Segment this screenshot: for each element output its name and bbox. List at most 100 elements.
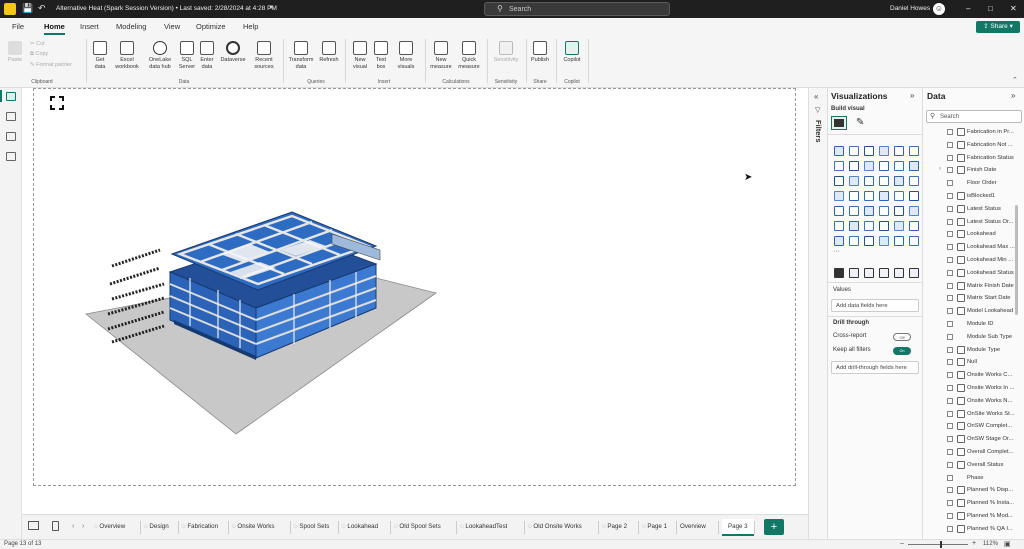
- menu-tab-insert[interactable]: Insert: [80, 22, 99, 31]
- qa-visual-icon[interactable]: [879, 221, 889, 231]
- line-stacked-column-icon[interactable]: [909, 161, 919, 171]
- expand-visualizations-icon[interactable]: »: [910, 91, 914, 100]
- field-item[interactable]: isBlocked1: [923, 190, 1023, 202]
- field-checkbox[interactable]: [947, 461, 953, 468]
- field-checkbox[interactable]: [947, 321, 953, 327]
- field-checkbox[interactable]: [947, 218, 953, 225]
- paste-button[interactable]: Paste: [4, 41, 26, 64]
- field-item[interactable]: Planned % Mod...: [923, 510, 1023, 522]
- format-painter-button[interactable]: ✎ Format painter: [30, 62, 72, 68]
- maximize-icon[interactable]: □: [988, 4, 993, 13]
- report-view-icon[interactable]: [6, 92, 16, 101]
- field-item[interactable]: Overall Status: [923, 459, 1023, 471]
- power-automate-icon[interactable]: [864, 236, 874, 246]
- new-measure-button[interactable]: New measure: [428, 41, 454, 70]
- field-item[interactable]: Floor Order: [923, 177, 1023, 189]
- custom-visual-1-icon[interactable]: [834, 268, 844, 278]
- drill-through-drop-zone[interactable]: Add drill-through fields here: [831, 361, 919, 374]
- fit-to-page-icon[interactable]: ▣: [1004, 540, 1011, 548]
- dax-query-view-icon[interactable]: [6, 152, 16, 161]
- field-checkbox[interactable]: [947, 269, 953, 276]
- page-tab[interactable]: ◌ Design: [144, 523, 169, 530]
- page-tab[interactable]: ◌ Spool Sets: [294, 523, 329, 530]
- field-checkbox[interactable]: [947, 385, 953, 391]
- custom-visual-4-icon[interactable]: [879, 268, 889, 278]
- clustered-column-chart-icon[interactable]: [879, 146, 889, 156]
- menu-tab-home[interactable]: Home: [44, 22, 65, 35]
- kpi-icon[interactable]: [864, 206, 874, 216]
- quick-measure-button[interactable]: Quick measure: [456, 41, 482, 70]
- field-item[interactable]: Planned % Insta...: [923, 497, 1023, 509]
- cut-button[interactable]: ✂ Cut: [30, 41, 45, 47]
- 100-bar-chart-icon[interactable]: [894, 146, 904, 156]
- field-checkbox[interactable]: [947, 333, 953, 340]
- table-visual-icon[interactable]: [894, 206, 904, 216]
- page-tab[interactable]: ◌ Onsite Works: [232, 523, 274, 530]
- cross-report-toggle[interactable]: Off: [893, 333, 911, 341]
- menu-tab-help[interactable]: Help: [243, 22, 258, 31]
- gauge-icon[interactable]: [909, 191, 919, 201]
- collapse-ribbon-icon[interactable]: ⌃: [1012, 76, 1018, 84]
- field-item[interactable]: Onsite Works N...: [923, 395, 1023, 407]
- new-card-icon[interactable]: [909, 236, 919, 246]
- data-pane-scrollbar[interactable]: [1015, 205, 1018, 315]
- close-icon[interactable]: ✕: [1010, 4, 1017, 13]
- title-chevron-down-icon[interactable]: ▼: [268, 5, 274, 11]
- field-checkbox[interactable]: [947, 410, 953, 417]
- zoom-out-icon[interactable]: –: [900, 540, 904, 547]
- custom-visual-6-icon[interactable]: [909, 268, 919, 278]
- format-visual-tab[interactable]: ✎: [852, 116, 868, 130]
- matrix-icon[interactable]: [879, 176, 889, 186]
- expand-chevron-icon[interactable]: ›: [939, 166, 941, 172]
- page-tab[interactable]: ◌ Overview: [94, 523, 125, 530]
- avatar[interactable]: ☺: [933, 3, 945, 15]
- field-checkbox[interactable]: [947, 205, 953, 212]
- menu-tab-file[interactable]: File: [12, 22, 24, 31]
- undo-icon[interactable]: ↶: [38, 3, 46, 14]
- page-tab[interactable]: ◌ Page 2: [602, 523, 627, 530]
- 100-column-chart-icon[interactable]: [909, 146, 919, 156]
- custom-visual-5-icon[interactable]: [894, 268, 904, 278]
- field-checkbox[interactable]: [947, 154, 953, 161]
- build-visual-tab[interactable]: [831, 116, 847, 130]
- field-item[interactable]: Planned % Disp...: [923, 484, 1023, 496]
- scatter-chart-icon[interactable]: [849, 176, 859, 186]
- field-item[interactable]: Fabrication in Pr...: [923, 126, 1023, 138]
- field-item[interactable]: Lookahead Max ...: [923, 241, 1023, 253]
- field-item[interactable]: Planned % QA I...: [923, 523, 1023, 535]
- field-item[interactable]: Module ID: [923, 318, 1023, 330]
- key-influencers-icon[interactable]: [849, 221, 859, 231]
- ribbon-chart-icon[interactable]: [879, 161, 889, 171]
- custom-visual-3-icon[interactable]: [864, 268, 874, 278]
- field-checkbox[interactable]: [947, 244, 953, 251]
- minimize-icon[interactable]: –: [966, 4, 970, 13]
- field-item[interactable]: Overall Complet...: [923, 446, 1023, 458]
- scroll-tabs-left-icon[interactable]: ‹: [72, 523, 74, 530]
- area-chart-icon[interactable]: [849, 161, 859, 171]
- field-checkbox[interactable]: [947, 449, 953, 455]
- field-checkbox[interactable]: [947, 129, 953, 135]
- page-tab[interactable]: ◌ LookaheadTest: [460, 523, 507, 530]
- enter-data-button[interactable]: Enter data: [198, 41, 216, 70]
- field-checkbox[interactable]: [947, 423, 953, 430]
- menu-tab-optimize[interactable]: Optimize: [196, 22, 226, 31]
- field-checkbox[interactable]: [947, 372, 953, 379]
- python-visual-icon[interactable]: [834, 221, 844, 231]
- custom-visual-2-icon[interactable]: [849, 268, 859, 278]
- field-checkbox[interactable]: [947, 231, 953, 238]
- zoom-slider-thumb[interactable]: [940, 541, 942, 548]
- field-item[interactable]: Lookahead: [923, 228, 1023, 240]
- field-item[interactable]: Null: [923, 356, 1023, 368]
- field-checkbox[interactable]: [947, 513, 953, 519]
- field-item[interactable]: OnSW Complet...: [923, 420, 1023, 432]
- field-item[interactable]: Model Lookahead: [923, 305, 1023, 317]
- azure-map-icon[interactable]: [879, 191, 889, 201]
- pie-chart-icon[interactable]: [894, 176, 904, 186]
- copy-button[interactable]: ⧉ Copy: [30, 51, 48, 58]
- page-tab[interactable]: ◌ Old Onsite Works: [528, 523, 582, 530]
- multi-row-card-icon[interactable]: [849, 206, 859, 216]
- page-tab[interactable]: Page 3: [722, 519, 754, 536]
- field-checkbox[interactable]: [947, 346, 953, 353]
- narrative-icon[interactable]: [894, 221, 904, 231]
- donut-chart-icon[interactable]: [909, 176, 919, 186]
